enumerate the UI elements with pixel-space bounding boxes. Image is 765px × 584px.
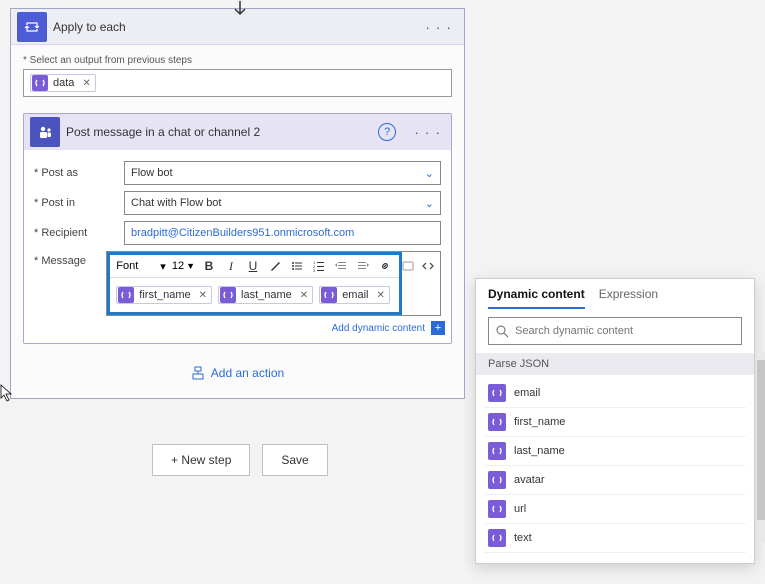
- dynamic-content-icon: [488, 500, 506, 518]
- dynamic-content-icon: [118, 287, 134, 303]
- post-as-label: * Post as: [34, 167, 124, 179]
- dynamic-content-panel: Dynamic content Expression Parse JSON em…: [475, 278, 755, 564]
- search-input[interactable]: [515, 325, 735, 337]
- add-dynamic-content-link[interactable]: Add dynamic content +: [24, 319, 451, 337]
- new-step-button[interactable]: + New step: [152, 444, 250, 476]
- code-view-button[interactable]: [420, 258, 436, 274]
- apply-to-each-title: Apply to each: [53, 20, 413, 34]
- link-button[interactable]: [377, 258, 393, 274]
- select-output-label: * Select an output from previous steps: [23, 55, 452, 66]
- bold-button[interactable]: B: [201, 258, 217, 274]
- underline-button[interactable]: U: [245, 258, 261, 274]
- dynamic-content-icon: [488, 384, 506, 402]
- first-name-pill[interactable]: first_name ✕: [116, 286, 212, 304]
- post-in-label: * Post in: [34, 197, 124, 209]
- chevron-down-icon: ⌄: [425, 197, 434, 210]
- dyn-item-last-name[interactable]: last_name: [484, 437, 746, 466]
- dynamic-content-icon: [488, 442, 506, 460]
- pill-remove[interactable]: ✕: [78, 78, 94, 89]
- italic-button[interactable]: I: [223, 258, 239, 274]
- message-body[interactable]: first_name ✕ last_name ✕: [110, 278, 399, 312]
- message-editor[interactable]: Font▾ 12▼ B I U 123: [106, 251, 441, 316]
- search-icon: [495, 324, 509, 338]
- dyn-item-url[interactable]: url: [484, 495, 746, 524]
- flow-arrow-down-icon: [232, 0, 248, 18]
- post-as-select[interactable]: Flow bot ⌄: [124, 161, 441, 185]
- dynamic-content-icon: [488, 471, 506, 489]
- post-message-menu[interactable]: · · ·: [404, 124, 451, 140]
- dynamic-content-icon: [488, 529, 506, 547]
- svg-text:3: 3: [313, 268, 316, 272]
- pill-remove[interactable]: ✕: [296, 290, 312, 301]
- help-icon[interactable]: ?: [378, 123, 396, 141]
- add-action-button[interactable]: Add an action: [23, 344, 452, 388]
- post-in-select[interactable]: Chat with Flow bot ⌄: [124, 191, 441, 215]
- font-select[interactable]: Font▾: [116, 260, 166, 273]
- add-action-icon: [191, 366, 205, 380]
- plus-icon: +: [431, 321, 445, 335]
- dyn-item-email[interactable]: email: [484, 379, 746, 408]
- outdent-button[interactable]: [333, 258, 349, 274]
- cursor-icon: [0, 384, 14, 407]
- dyn-item-text[interactable]: text: [484, 524, 746, 553]
- search-dynamic-content[interactable]: [488, 317, 742, 345]
- section-parse-json: Parse JSON: [476, 353, 754, 375]
- apply-to-each-menu[interactable]: · · ·: [413, 19, 464, 35]
- indent-button[interactable]: [355, 258, 371, 274]
- tab-expression[interactable]: Expression: [599, 287, 658, 309]
- numbered-list-button[interactable]: 123: [311, 258, 327, 274]
- last-name-pill[interactable]: last_name ✕: [218, 286, 313, 304]
- pill-remove[interactable]: ✕: [195, 290, 211, 301]
- dynamic-content-icon: [321, 287, 337, 303]
- email-pill[interactable]: email ✕: [319, 286, 390, 304]
- teams-icon: [30, 117, 60, 147]
- message-label: * Message: [34, 251, 106, 267]
- dynamic-content-icon: [32, 75, 48, 91]
- recipient-label: * Recipient: [34, 227, 124, 239]
- pill-remove[interactable]: ✕: [372, 290, 388, 301]
- chevron-down-icon: ⌄: [425, 167, 434, 180]
- dynamic-content-icon: [488, 413, 506, 431]
- recipient-input[interactable]: bradpitt@CitizenBuilders951.onmicrosoft.…: [124, 221, 441, 245]
- panel-scrollbar[interactable]: [757, 352, 765, 542]
- highlight-button[interactable]: [267, 258, 283, 274]
- data-pill[interactable]: data ✕: [30, 74, 96, 92]
- toggle-view-button[interactable]: [400, 258, 416, 274]
- bulleted-list-button[interactable]: [289, 258, 305, 274]
- font-size-select[interactable]: 12▼: [172, 260, 195, 272]
- select-output-input[interactable]: data ✕: [23, 69, 452, 97]
- dyn-item-avatar[interactable]: avatar: [484, 466, 746, 495]
- tab-dynamic-content[interactable]: Dynamic content: [488, 287, 585, 309]
- rich-toolbar: Font▾ 12▼ B I U 123: [110, 255, 399, 278]
- post-message-title: Post message in a chat or channel 2: [66, 125, 378, 139]
- post-message-card: Post message in a chat or channel 2 ? · …: [23, 113, 452, 344]
- dynamic-content-icon: [220, 287, 236, 303]
- save-button[interactable]: Save: [262, 444, 327, 476]
- dyn-item-first-name[interactable]: first_name: [484, 408, 746, 437]
- loop-icon: [17, 12, 47, 42]
- apply-to-each-card: Apply to each · · · * Select an output f…: [10, 8, 465, 399]
